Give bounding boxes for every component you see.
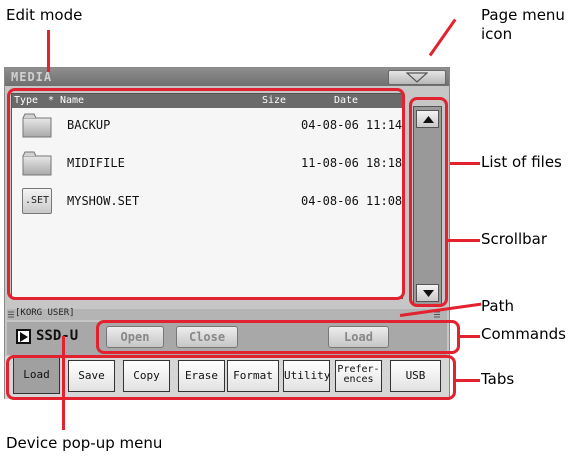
- callout-device-popup-menu: Device pop-up menu: [6, 434, 163, 452]
- callout-list-of-files: List of files: [481, 153, 562, 171]
- drag-lines-icon: [8, 311, 14, 318]
- pointer-device-popup: [62, 336, 65, 430]
- edit-mode-title: MEDIA: [11, 70, 53, 84]
- callout-edit-mode: Edit mode: [6, 6, 83, 24]
- pointer-tabs: [456, 379, 480, 382]
- callout-page-menu-icon-line2: icon: [481, 25, 513, 43]
- callout-page-menu-icon-line1: Page menu: [481, 6, 565, 24]
- highlight-commands: [96, 320, 460, 354]
- pointer-commands: [460, 335, 480, 338]
- page-menu-button[interactable]: [388, 70, 446, 85]
- highlight-scrollbar: [409, 97, 448, 307]
- device-name[interactable]: SSD-U: [36, 328, 78, 344]
- pointer-edit-mode: [47, 30, 50, 72]
- path-bar: [KORG USER]: [7, 308, 447, 320]
- pointer-list-of-files: [450, 162, 480, 165]
- callout-path: Path: [481, 297, 514, 315]
- pointer-scrollbar: [448, 239, 480, 242]
- title-bar: MEDIA: [5, 68, 449, 86]
- device-popup-button[interactable]: [16, 329, 31, 344]
- callout-commands: Commands: [481, 325, 566, 343]
- callout-scrollbar: Scrollbar: [481, 230, 547, 248]
- highlight-file-list: [7, 88, 405, 300]
- highlight-tabs: [6, 355, 456, 400]
- callout-page-menu-icon: Page menu icon: [481, 6, 565, 44]
- callout-tabs: Tabs: [481, 370, 515, 388]
- pointer-page-menu: [428, 18, 457, 57]
- chevron-down-icon: [406, 72, 428, 83]
- path-text: [KORG USER]: [15, 308, 75, 318]
- play-triangle-icon: [20, 332, 28, 342]
